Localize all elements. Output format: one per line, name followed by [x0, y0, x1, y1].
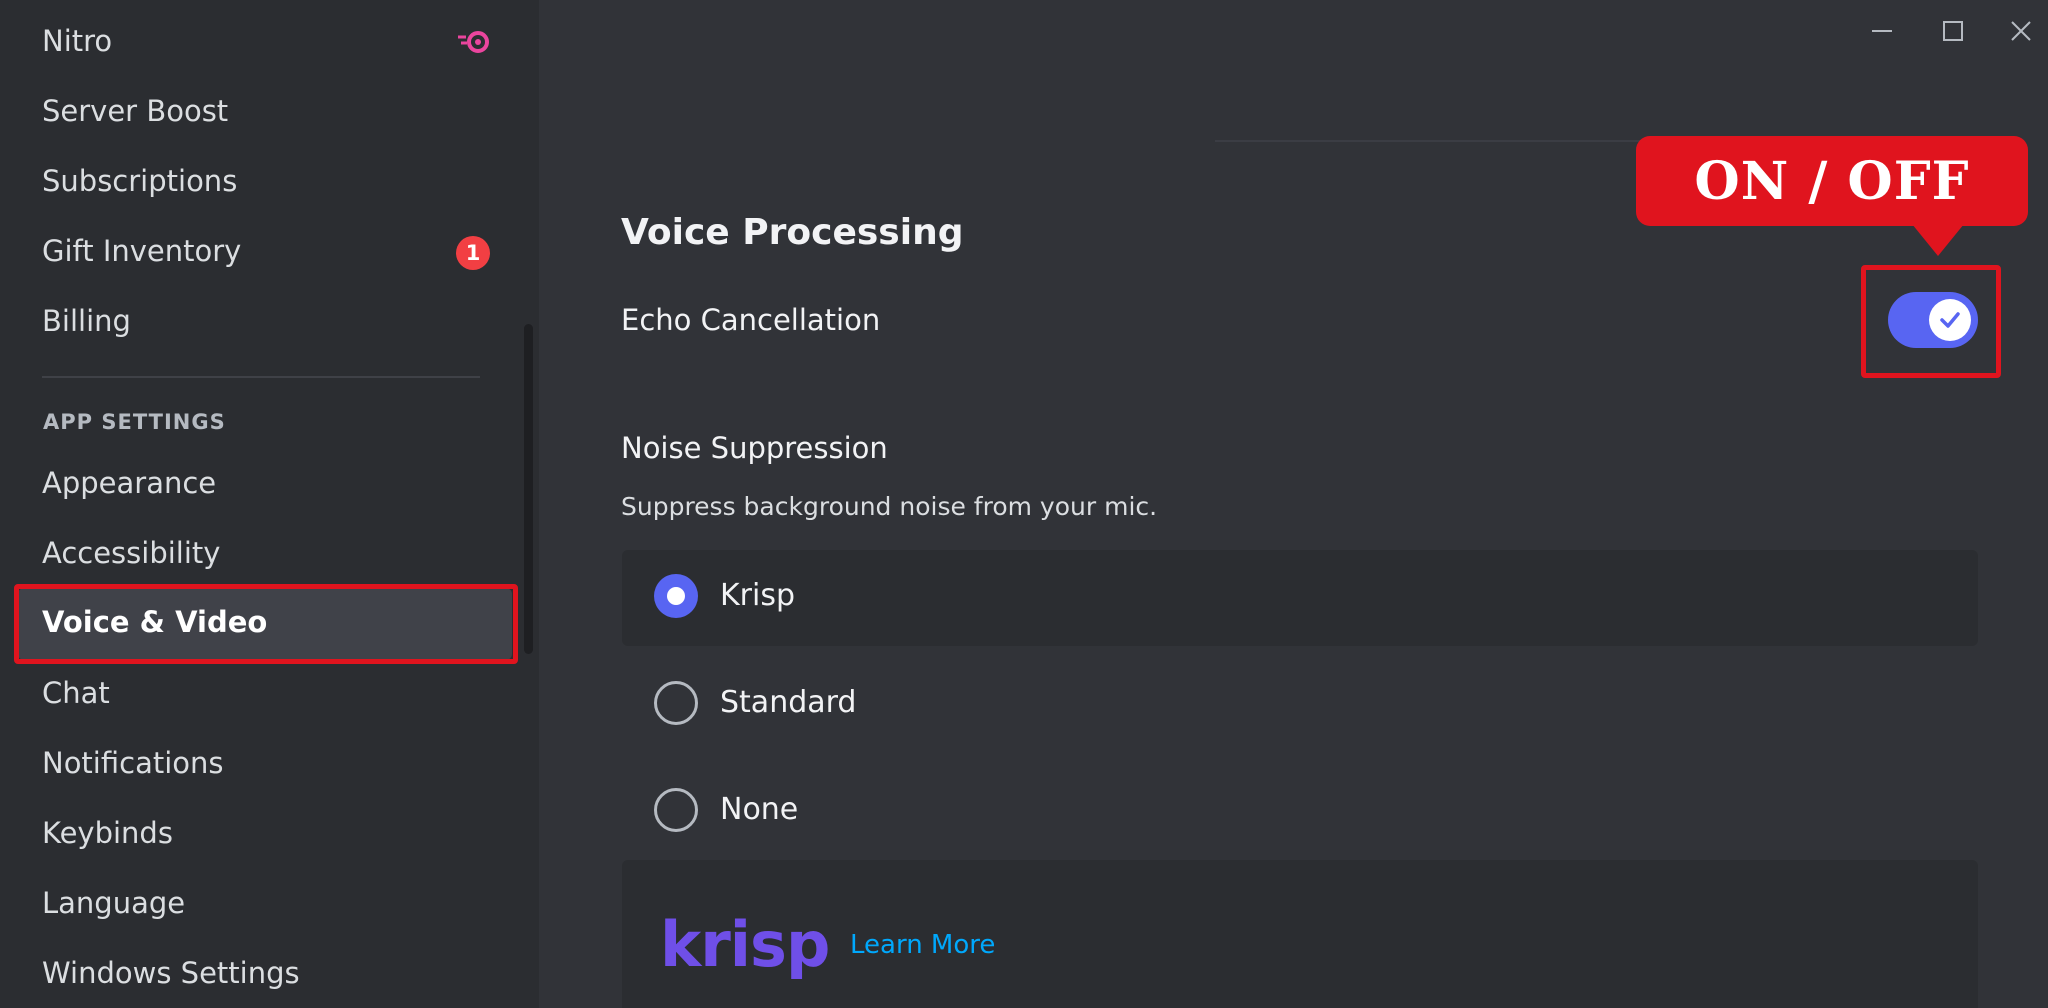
- settings-sidebar: Nitro Server Boost Subscriptions Gift In…: [0, 0, 539, 1008]
- maximize-icon[interactable]: [1936, 14, 1970, 48]
- sidebar-item-chat[interactable]: Chat: [42, 676, 110, 710]
- standard-option-label: Standard: [720, 685, 857, 720]
- sidebar-item-server-boost[interactable]: Server Boost: [42, 94, 228, 128]
- sidebar-section-header: APP SETTINGS: [43, 410, 226, 434]
- nitro-icon: [458, 31, 489, 53]
- callout-pointer: [1912, 224, 1964, 256]
- standard-radio[interactable]: [654, 681, 698, 725]
- none-option-label: None: [720, 792, 799, 827]
- minimize-icon[interactable]: [1865, 14, 1899, 48]
- krisp-radio[interactable]: [654, 574, 698, 618]
- sidebar-item-windows-settings[interactable]: Windows Settings: [42, 956, 300, 990]
- learn-more-link[interactable]: Learn More: [850, 930, 995, 960]
- section-title: Voice Processing: [621, 212, 964, 253]
- sidebar-item-billing[interactable]: Billing: [42, 304, 131, 338]
- sidebar-item-subscriptions[interactable]: Subscriptions: [42, 164, 237, 198]
- krisp-promo-panel: krisp Learn More: [622, 860, 1978, 1008]
- sidebar-item-gift-inventory[interactable]: Gift Inventory: [42, 234, 241, 268]
- echo-cancellation-label: Echo Cancellation: [621, 303, 881, 337]
- sidebar-item-accessibility[interactable]: Accessibility: [42, 536, 220, 570]
- on-off-callout: ON / OFF: [1636, 136, 2028, 226]
- sidebar-item-notifications[interactable]: Notifications: [42, 746, 224, 780]
- noise-suppression-description: Suppress background noise from your mic.: [621, 492, 1158, 521]
- callout-text: ON / OFF: [1694, 150, 1970, 212]
- krisp-option-label: Krisp: [720, 578, 796, 613]
- close-icon[interactable]: [2004, 14, 2038, 48]
- radio-option-none[interactable]: [622, 763, 1978, 859]
- sidebar-divider: [42, 376, 480, 378]
- krisp-logo: krisp: [660, 908, 830, 981]
- none-radio[interactable]: [654, 788, 698, 832]
- highlight-voice-video-box: [14, 584, 518, 664]
- sidebar-item-language[interactable]: Language: [42, 886, 185, 920]
- sidebar-scrollbar[interactable]: [524, 324, 533, 654]
- sidebar-item-keybinds[interactable]: Keybinds: [42, 816, 173, 850]
- noise-suppression-label: Noise Suppression: [621, 431, 888, 465]
- sidebar-item-nitro[interactable]: Nitro: [42, 24, 112, 58]
- notification-badge: 1: [456, 236, 490, 270]
- highlight-toggle-box: [1861, 265, 2001, 378]
- radio-option-krisp[interactable]: [622, 550, 1978, 646]
- sidebar-item-appearance[interactable]: Appearance: [42, 466, 216, 500]
